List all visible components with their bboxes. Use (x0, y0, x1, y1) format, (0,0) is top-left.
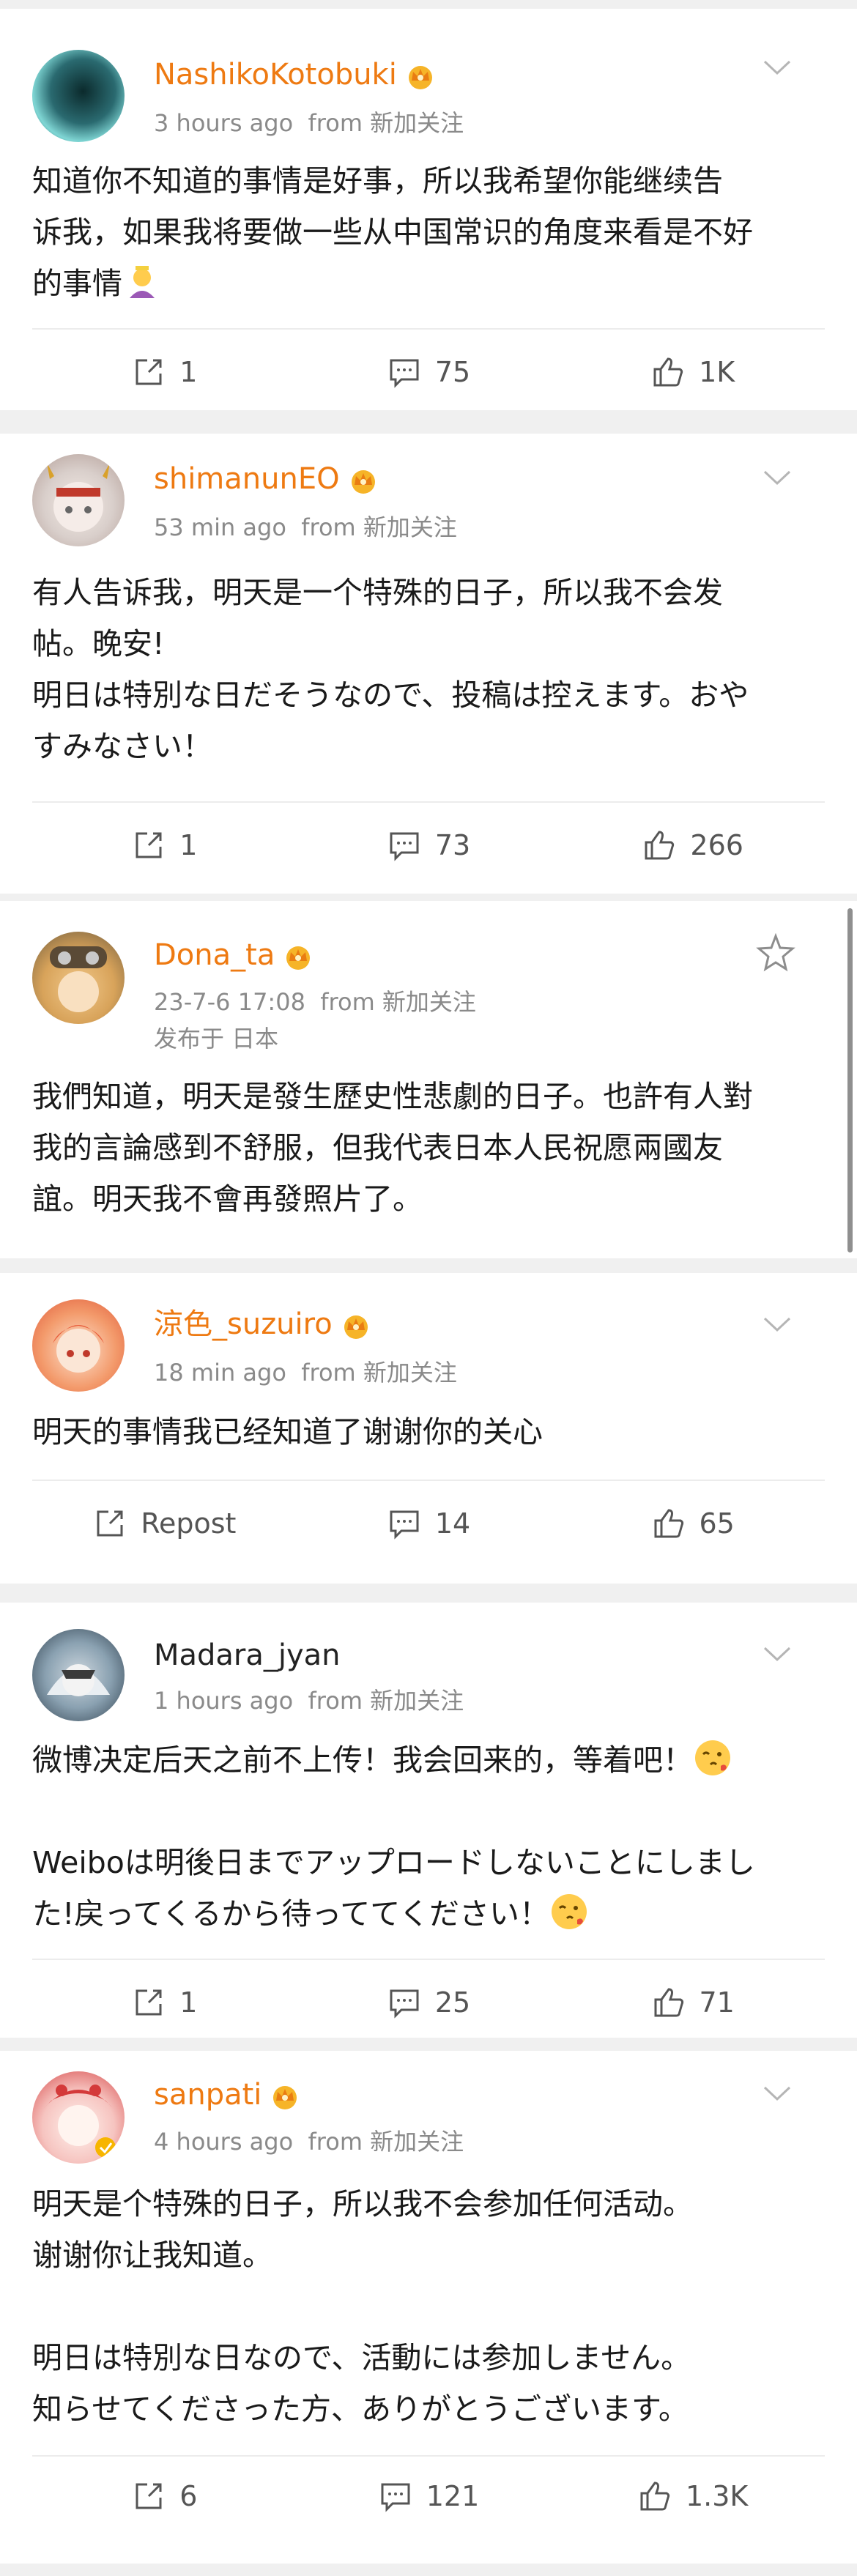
person-bowing-emoji (130, 266, 155, 298)
like-button[interactable]: 71 (560, 1985, 825, 2020)
username[interactable]: sanpati (154, 2077, 301, 2112)
post-location: 发布于 日本 (154, 1025, 279, 1053)
vip-crown-icon (273, 2086, 297, 2109)
chevron-down-icon[interactable] (762, 469, 793, 486)
comment-button[interactable]: 25 (297, 1985, 561, 2020)
repost-button[interactable]: 1 (32, 1985, 297, 2020)
chevron-down-icon[interactable] (762, 1315, 793, 1333)
comment-button[interactable]: 73 (297, 828, 561, 863)
repost-button[interactable]: 1 (32, 355, 297, 390)
avatar-art (47, 1664, 110, 1696)
post-content: 我們知道，明天是發生歷史性悲劇的日子。也許有人對 我的言論感到不舒服，但我代表日… (32, 1079, 753, 1217)
chevron-down-icon[interactable] (762, 59, 793, 76)
post-meta: 53 min ago from 新加关注 (154, 513, 457, 541)
post-card: 涼色_suzuiro 18 min ago from 新加关注 明天的事情我已经… (0, 1273, 857, 1584)
avatar[interactable] (32, 454, 125, 546)
avatar[interactable] (32, 50, 125, 142)
comment-button[interactable]: 121 (297, 2479, 561, 2514)
username[interactable]: Dona_ta (154, 938, 314, 973)
action-bar: 1 75 1K (32, 330, 825, 415)
comment-icon (390, 359, 419, 388)
post-meta: 23-7-6 17:08 from 新加关注 (154, 988, 476, 1016)
avatar-art (53, 1325, 104, 1373)
repost-icon (136, 359, 162, 385)
vip-crown-icon (286, 946, 311, 970)
post-meta: 18 min ago from 新加关注 (154, 1359, 457, 1387)
chevron-down-icon[interactable] (762, 2085, 793, 2102)
chevron-down-icon[interactable] (762, 1645, 793, 1663)
repost-button[interactable]: Repost (32, 1506, 297, 1541)
post-card: Dona_ta 23-7-6 17:08 from 新加关注 发布于 日本 我們… (0, 901, 857, 1258)
avatar-art (44, 2085, 116, 2158)
post-header: 涼色_suzuiro 18 min ago from 新加关注 (32, 1273, 825, 1402)
repost-button[interactable]: 1 (32, 828, 297, 863)
comment-icon (390, 1989, 419, 2019)
post-header: Madara_jyan 1 hours ago from 新加关注 (32, 1603, 825, 1727)
like-button[interactable]: 65 (560, 1506, 825, 1541)
username[interactable]: Madara_jyan (154, 1638, 341, 1673)
repost-button[interactable]: 6 (32, 2479, 297, 2514)
thumbs-up-icon (645, 831, 675, 860)
vip-crown-icon (408, 66, 432, 89)
post-content: 微博决定后天之前不上传！我会回来的，等着吧！ (32, 1734, 825, 1786)
post-card: Madara_jyan 1 hours ago from 新加关注 微博决定后天… (0, 1603, 857, 2038)
action-bar: 6 121 1.3K (32, 2457, 825, 2536)
avatar-art (47, 463, 110, 532)
comment-icon (390, 1510, 419, 1540)
avatar[interactable] (32, 1629, 125, 1721)
post-meta: 3 hours ago from 新加关注 (154, 109, 464, 137)
post-header: NashikoKotobuki 3 hours ago from 新加关注 (32, 9, 825, 148)
post-header: Dona_ta 23-7-6 17:08 from 新加关注 发布于 日本 (32, 901, 825, 1055)
comment-button[interactable]: 14 (297, 1506, 561, 1541)
username[interactable]: shimanunEO (154, 461, 379, 497)
comment-button[interactable]: 75 (297, 355, 561, 390)
repost-icon (136, 1989, 162, 2016)
vip-crown-icon (344, 1315, 368, 1339)
post-card: NashikoKotobuki 3 hours ago from 新加关注 知道… (0, 9, 857, 410)
post-card: sanpati 4 hours ago from 新加关注 明天是个特殊的日子，… (0, 2051, 857, 2564)
comment-icon (381, 2483, 410, 2512)
action-bar: 1 25 71 (32, 1960, 825, 2045)
post-content: 明天的事情我已经知道了谢谢你的关心 (32, 1414, 543, 1450)
thumbs-up-icon (654, 1988, 683, 2017)
post-content: 知道你不知道的事情是好事，所以我希望你能继续告 诉我，如果我将要做一些从中国常识… (32, 163, 753, 301)
repost-icon (136, 2483, 162, 2509)
post-card: shimanunEO 53 min ago from 新加关注 有人告诉我，明天… (0, 434, 857, 894)
repost-icon (136, 832, 162, 858)
avatar-art (50, 946, 107, 1012)
post-header: shimanunEO 53 min ago from 新加关注 (32, 434, 825, 567)
action-bar: 1 73 266 (32, 803, 825, 888)
weibo-comment-feed: NashikoKotobuki 3 hours ago from 新加关注 知道… (0, 0, 857, 2564)
star-icon[interactable] (756, 933, 795, 973)
like-button[interactable]: 1.3K (560, 2479, 825, 2514)
post-content: 明天是个特殊的日子，所以我不会参加任何活动。 谢谢你让我知道。 明日は特別な日な… (32, 2186, 693, 2427)
avatar[interactable] (32, 2071, 125, 2164)
thumbs-up-icon (654, 1509, 683, 1538)
vip-crown-icon (351, 470, 375, 494)
post-meta: 1 hours ago from 新加关注 (154, 1687, 464, 1715)
avatar[interactable] (32, 932, 125, 1024)
scrollbar[interactable] (847, 908, 853, 1252)
face-blowing-kiss-emoji (552, 1894, 587, 1929)
separator (0, 1584, 857, 1603)
like-button[interactable]: 266 (560, 828, 825, 863)
post-content: Weiboは明後日までアップロードしないことにしまし た!戻ってくるから待ってて… (32, 1845, 755, 1931)
avatar[interactable] (32, 1299, 125, 1392)
thumbs-up-icon (653, 357, 683, 387)
action-bar: Repost 14 65 (32, 1481, 825, 1566)
post-content: 有人告诉我，明天是一个特殊的日子，所以我不会发 帖。晚安! 明日は特別な日だそう… (32, 575, 749, 764)
comment-icon (390, 832, 419, 861)
post-header: sanpati 4 hours ago from 新加关注 (32, 2051, 825, 2174)
username[interactable]: 涼色_suzuiro (154, 1307, 372, 1342)
face-blowing-kiss-emoji (695, 1740, 730, 1775)
separator (0, 1258, 857, 1273)
post-meta: 4 hours ago from 新加关注 (154, 2128, 464, 2156)
username[interactable]: NashikoKotobuki (154, 57, 437, 92)
separator (0, 894, 857, 901)
like-button[interactable]: 1K (560, 355, 825, 390)
thumbs-up-icon (640, 2482, 670, 2511)
repost-icon (97, 1510, 123, 1537)
